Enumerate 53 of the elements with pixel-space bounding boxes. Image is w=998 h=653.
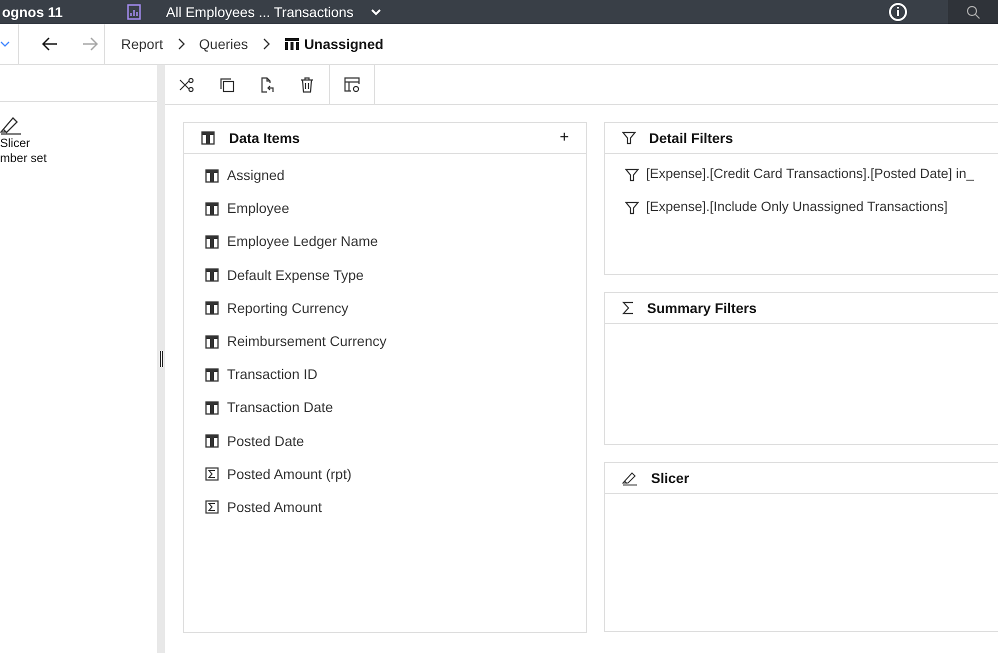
filter-icon	[622, 131, 636, 145]
chevron-right-icon	[177, 38, 186, 50]
data-item-icon	[205, 400, 219, 415]
data-item-icon	[205, 234, 219, 249]
data-item-icon	[205, 202, 219, 216]
breadcrumb-link[interactable]: Report	[121, 34, 164, 54]
panel-title: Data Items	[229, 128, 301, 148]
add-button[interactable]: +	[560, 130, 569, 146]
panel-title: Slicer	[651, 468, 690, 488]
data-item-icon	[205, 368, 219, 382]
query-icon	[284, 37, 300, 51]
data-item[interactable]: Employee	[227, 198, 290, 220]
back-arrow-icon[interactable]	[42, 37, 58, 51]
data-item-icon	[205, 434, 219, 448]
breadcrumb-current: Unassigned	[304, 34, 384, 54]
data-item[interactable]: Assigned	[227, 165, 285, 186]
report-icon	[126, 4, 142, 20]
sigma-icon	[205, 500, 219, 514]
filter-icon	[625, 168, 639, 182]
data-item-icon	[205, 301, 219, 316]
data-item[interactable]: Reimbursement Currency	[227, 331, 386, 352]
data-item[interactable]: Default Expense Type	[227, 264, 364, 286]
data-item[interactable]: Posted Amount (rpt)	[227, 464, 352, 485]
data-item[interactable]: Transaction Date	[227, 397, 334, 418]
data-item-icon	[205, 268, 219, 282]
data-item[interactable]: Employee Ledger Name	[227, 231, 378, 252]
info-icon[interactable]	[888, 2, 908, 22]
report-title[interactable]: All Employees ... Transactions	[166, 2, 354, 22]
sigma-icon	[205, 467, 219, 482]
data-item[interactable]: Transaction ID	[227, 364, 318, 386]
chevron-right-icon	[262, 38, 270, 50]
data-item-icon	[205, 168, 219, 183]
breadcrumb-link[interactable]: Queries	[199, 34, 248, 54]
app-name: ognos 11	[2, 2, 64, 22]
table-preview-icon[interactable]	[344, 76, 360, 92]
filter-expression[interactable]: [Expense].[Credit Card Transactions].[Posted Date] in_	[646, 164, 974, 185]
data-item-icon	[205, 334, 219, 349]
sigma-icon	[622, 301, 634, 315]
panel-title: Detail Filters	[649, 128, 734, 148]
copy-icon[interactable]	[219, 76, 235, 92]
data-item[interactable]: Posted Amount	[227, 496, 322, 518]
palette-label[interactable]: Slicer mber set	[0, 136, 157, 166]
paste-icon[interactable]	[259, 76, 275, 92]
panel-title: Summary Filters	[647, 298, 757, 318]
resize-handle[interactable]	[160, 351, 162, 367]
filter-icon	[625, 200, 639, 214]
search-icon[interactable]	[966, 5, 980, 19]
scissors-icon[interactable]	[179, 76, 195, 92]
data-item[interactable]: Posted Date	[227, 430, 304, 452]
filter-expression[interactable]: [Expense].[Include Only Unassigned Transactions]	[646, 197, 948, 218]
data-item[interactable]: Reporting Currency	[227, 298, 348, 319]
data-item-icon	[201, 131, 215, 145]
trash-icon[interactable]	[299, 76, 315, 92]
